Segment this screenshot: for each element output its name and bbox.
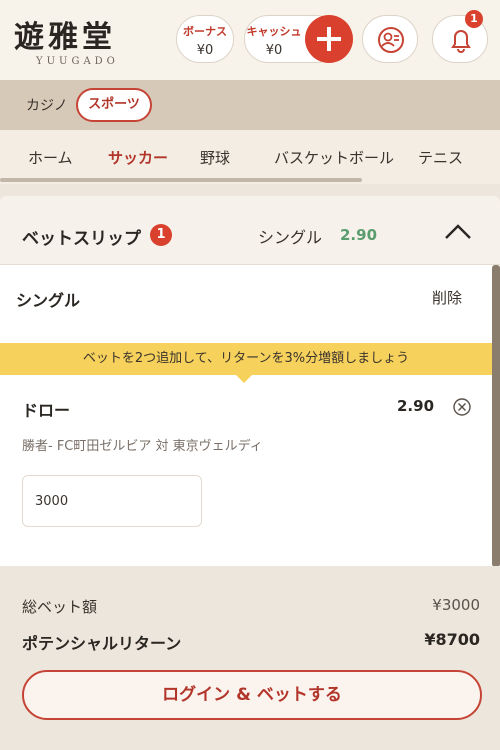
- selection-odds: 2.90: [397, 397, 435, 415]
- bet-type-odds: 2.90: [340, 226, 378, 244]
- header: 遊雅堂 YUUGADO ボーナス ¥0 キャッシュ ¥0 1: [0, 0, 500, 80]
- cash-label: キャッシュ: [246, 25, 302, 38]
- bet-slip-header[interactable]: ベットスリップ 1 シングル 2.90: [0, 196, 500, 264]
- bonus-balance[interactable]: ボーナス ¥0: [176, 15, 234, 63]
- profile-button[interactable]: [362, 15, 418, 63]
- bonus-label: ボーナス: [183, 25, 227, 38]
- delete-button[interactable]: 削除: [432, 287, 462, 308]
- bet-slip-title: ベットスリップ: [22, 229, 141, 249]
- logo[interactable]: 遊雅堂 YUUGADO: [14, 12, 134, 68]
- bet-slip-body: シングル 削除 ベットを2つ追加して、リターンを3%分増額しましょう ドロー 2…: [0, 264, 500, 567]
- category-sports[interactable]: スポーツ: [76, 88, 152, 122]
- tab-tennis[interactable]: テニス: [418, 147, 463, 168]
- selection-market: 勝者- FC町田ゼルビア 対 東京ヴェルディ: [22, 439, 263, 454]
- total-stake-value: ¥3000: [432, 596, 480, 614]
- category-bar: カジノ スポーツ: [0, 80, 500, 130]
- bet-slip: ベットスリップ 1 シングル 2.90 シングル 削除 ベットを2つ追加して、リ…: [0, 196, 500, 750]
- stake-input[interactable]: [22, 475, 202, 527]
- bet-slip-scrollbar[interactable]: [492, 265, 500, 567]
- tab-home[interactable]: ホーム: [28, 147, 73, 168]
- profile-icon: [378, 27, 404, 53]
- sport-tabs: ホーム サッカー 野球 バスケットボール テニス: [0, 130, 500, 184]
- tab-soccer[interactable]: サッカー: [108, 147, 168, 168]
- plus-icon: [317, 27, 341, 51]
- total-stake-label: 総ベット額: [22, 598, 98, 616]
- login-and-bet-button[interactable]: ログイン & ベットする: [22, 670, 482, 720]
- category-casino[interactable]: カジノ: [26, 95, 68, 115]
- logo-text: 遊雅堂: [14, 20, 116, 55]
- potential-return-value: ¥8700: [424, 630, 480, 649]
- promo-banner-pointer: [236, 375, 252, 383]
- single-section-header: シングル 削除: [0, 265, 492, 327]
- bonus-value: ¥0: [196, 43, 214, 58]
- notification-badge: 1: [465, 10, 483, 28]
- tabs-scrollbar[interactable]: [0, 178, 362, 182]
- promo-banner: ベットを2つ追加して、リターンを3%分増額しましょう: [0, 343, 492, 375]
- tab-baseball[interactable]: 野球: [200, 147, 230, 168]
- deposit-button[interactable]: [305, 15, 353, 63]
- cash-value: ¥0: [265, 43, 283, 58]
- bet-type: シングル: [258, 228, 323, 247]
- bet-slip-count-badge: 1: [150, 224, 172, 246]
- tab-basketball[interactable]: バスケットボール: [274, 147, 394, 168]
- single-section-title: シングル: [16, 291, 81, 310]
- potential-return-label: ポテンシャルリターン: [22, 634, 182, 653]
- close-circle-icon[interactable]: [452, 397, 472, 417]
- selection-name: ドロー: [22, 401, 71, 420]
- logo-subtext: YUUGADO: [36, 56, 119, 67]
- bet-totals: 総ベット額 ¥3000 ポテンシャルリターン ¥8700 ログイン & ベットす…: [0, 566, 500, 750]
- chevron-up-icon[interactable]: [443, 222, 473, 242]
